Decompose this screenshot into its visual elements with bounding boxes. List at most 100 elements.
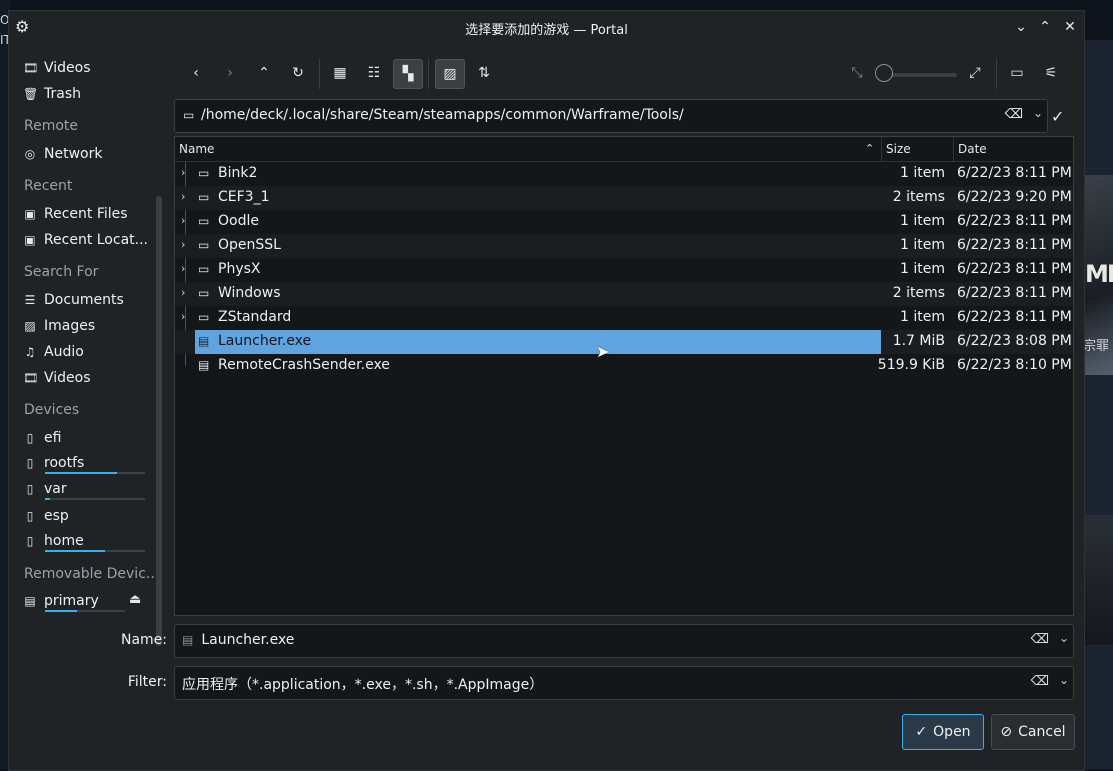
file-row[interactable]: › ▭ PhysX 1 item 6/22/23 8:11 PM (175, 258, 1073, 282)
file-list-view[interactable]: Name ⌃ Size Date › ▭ Bink2 1 item 6/22/2… (174, 136, 1074, 616)
sidebar-item-network[interactable]: ◎ Network (23, 143, 148, 165)
cancel-button[interactable]: ⊘ Cancel (991, 714, 1075, 750)
close-button[interactable]: ✕ (1060, 17, 1080, 37)
window-title: 选择要添加的游戏 — Portal (465, 23, 628, 38)
network-icon: ◎ (24, 147, 36, 161)
file-dialog-window: ⚙ 选择要添加的游戏 — Portal ⌄ ⌃ ✕ 🎞 Videos 🗑 Tra… (8, 10, 1085, 771)
sidebar-item-videos[interactable]: 🎞 Videos (23, 57, 148, 79)
expand-chevron-icon[interactable]: › (181, 190, 185, 203)
zoom-out-button[interactable]: ⤡ (843, 59, 871, 87)
audio-icon: ♫ (24, 345, 36, 359)
reload-button[interactable]: ↻ (284, 59, 312, 87)
folder-icon: ▭ (198, 310, 210, 324)
file-row[interactable]: › ▭ ZStandard 1 item 6/22/23 8:11 PM (175, 306, 1073, 330)
preview-button[interactable]: ▨ (435, 59, 465, 89)
clear-filter-icon[interactable]: ⌫ (1031, 674, 1049, 689)
folder-icon: ▭ (183, 108, 195, 122)
sidebar-item-home[interactable]: ▯ home (23, 530, 148, 552)
filter-select[interactable]: 应用程序（*.application，*.exe，*.sh，*.AppImage… (174, 666, 1074, 700)
location-bar[interactable]: ▭ /home/deck/.local/share/Steam/steamapp… (174, 99, 1048, 133)
sidebar-item-videos-search[interactable]: 🎞 Videos (23, 367, 148, 389)
title-bar[interactable]: ⚙ 选择要添加的游戏 — Portal ⌄ ⌃ ✕ (9, 11, 1084, 43)
sidebar-heading-remote: Remote (24, 118, 79, 134)
maximize-button[interactable]: ⌃ (1035, 17, 1055, 37)
expand-chevron-icon[interactable]: › (181, 286, 185, 299)
sidebar-scrollbar[interactable] (156, 196, 162, 646)
zoom-out-icon: ⤡ (851, 65, 863, 81)
file-row[interactable]: › ▭ Windows 2 items 6/22/23 8:11 PM (175, 282, 1073, 306)
file-row[interactable]: › ▭ CEF3_1 2 items 6/22/23 9:20 PM (175, 186, 1073, 210)
forward-button[interactable]: › (216, 59, 244, 87)
name-field[interactable]: ▤ Launcher.exe ⌫ ⌄ (174, 624, 1074, 658)
game-art-cn-text: 宗罪 (1083, 339, 1110, 354)
file-row[interactable]: › ▭ Oodle 1 item 6/22/23 8:11 PM (175, 210, 1073, 234)
clear-name-icon[interactable]: ⌫ (1031, 632, 1049, 647)
list-view-icon: ☷ (367, 65, 381, 81)
sidebar-item-images[interactable]: ▨ Images (23, 315, 148, 337)
zoom-slider-handle[interactable] (875, 64, 893, 82)
sort-button[interactable]: ⇅ (470, 59, 498, 87)
sidebar-heading-search: Search For (24, 264, 99, 280)
sidebar-item-esp[interactable]: ▯ esp (23, 505, 148, 527)
minimize-button[interactable]: ⌄ (1011, 17, 1031, 37)
folder-icon: ▭ (198, 190, 210, 204)
file-row[interactable]: › ▭ OpenSSL 1 item 6/22/23 8:11 PM (175, 234, 1073, 258)
confirm-location-button[interactable]: ✓ (1051, 107, 1064, 126)
icon-view-button[interactable]: ▦ (326, 59, 354, 87)
sidebar-item-recent-locations[interactable]: ▣ Recent Locat... (23, 229, 148, 251)
chevron-down-icon[interactable]: ⌄ (1059, 673, 1069, 687)
eject-icon[interactable]: ⏏ (129, 592, 141, 607)
tree-view-button[interactable]: ▚ (393, 59, 423, 89)
home-usage-bar (45, 550, 145, 552)
expand-chevron-icon[interactable]: › (181, 262, 185, 275)
sidebar-item-audio[interactable]: ♫ Audio (23, 341, 148, 363)
sidebar-item-documents[interactable]: ☰ Documents (23, 289, 148, 311)
back-button[interactable]: ‹ (182, 59, 210, 87)
checkmark-icon: ✓ (915, 724, 928, 740)
filter-value[interactable]: 应用程序（*.application，*.exe，*.sh，*.AppImage… (182, 674, 543, 694)
chevron-down-icon[interactable]: ⌄ (1059, 631, 1069, 645)
chevron-down-icon[interactable]: ⌄ (1033, 106, 1043, 120)
clear-location-icon[interactable]: ⌫ (1005, 107, 1023, 122)
sidebar-item-var[interactable]: ▯ var (23, 478, 148, 500)
compact-view-button[interactable]: ☷ (360, 59, 388, 87)
file-row[interactable]: › ▭ Bink2 1 item 6/22/23 8:11 PM (175, 162, 1073, 186)
drive-icon: ▯ (26, 482, 34, 496)
sidebar-heading-removable: Removable Devic... (24, 566, 154, 582)
trash-icon: 🗑 (23, 87, 39, 101)
drive-icon: ▯ (26, 534, 34, 548)
sidebar-item-rootfs[interactable]: ▯ rootfs (23, 452, 148, 474)
options-button[interactable]: ⚟ (1037, 59, 1065, 87)
column-divider (881, 137, 882, 161)
expand-chevron-icon[interactable]: › (181, 238, 185, 251)
game-art-thumbnail-2 (1083, 515, 1113, 645)
new-folder-icon: ▭ (1010, 65, 1024, 81)
column-header-date[interactable]: Date (958, 142, 987, 156)
sidebar-item-trash[interactable]: 🗑 Trash (23, 83, 148, 105)
location-path[interactable]: /home/deck/.local/share/Steam/steamapps/… (201, 107, 684, 123)
column-divider (953, 137, 954, 161)
settings-sliders-icon: ⚟ (1044, 65, 1058, 81)
sort-ascending-icon[interactable]: ⌃ (865, 142, 874, 155)
zoom-in-button[interactable]: ⤢ (961, 59, 989, 87)
file-row[interactable]: ▤ RemoteCrashSender.exe 519.9 KiB 6/22/2… (175, 354, 1073, 378)
name-field-value[interactable]: Launcher.exe (201, 632, 294, 648)
expand-chevron-icon[interactable]: › (181, 166, 185, 179)
toolbar-separator (319, 59, 320, 89)
folder-icon: ▭ (198, 238, 210, 252)
expand-chevron-icon[interactable]: › (181, 214, 185, 227)
open-button[interactable]: ✓ Open (902, 714, 984, 750)
column-header-size[interactable]: Size (886, 142, 911, 156)
sidebar-item-recent-files[interactable]: ▣ Recent Files (23, 203, 148, 225)
new-folder-button[interactable]: ▭ (1003, 59, 1031, 87)
folder-icon: ▭ (198, 214, 210, 228)
sd-card-icon: ▤ (24, 594, 36, 608)
column-header-name[interactable]: Name (179, 142, 214, 156)
sidebar-item-efi[interactable]: ▯ efi (23, 427, 148, 449)
folder-icon: ▭ (198, 286, 210, 300)
drive-icon: ▯ (26, 456, 34, 470)
expand-chevron-icon[interactable]: › (181, 310, 185, 323)
parent-folder-button[interactable]: ⌃ (250, 59, 278, 87)
name-field-value-wrap: ▤ Launcher.exe (182, 632, 294, 648)
file-row-selected[interactable]: ▤ Launcher.exe 1.7 MiB 6/22/23 8:08 PM (175, 330, 1073, 354)
